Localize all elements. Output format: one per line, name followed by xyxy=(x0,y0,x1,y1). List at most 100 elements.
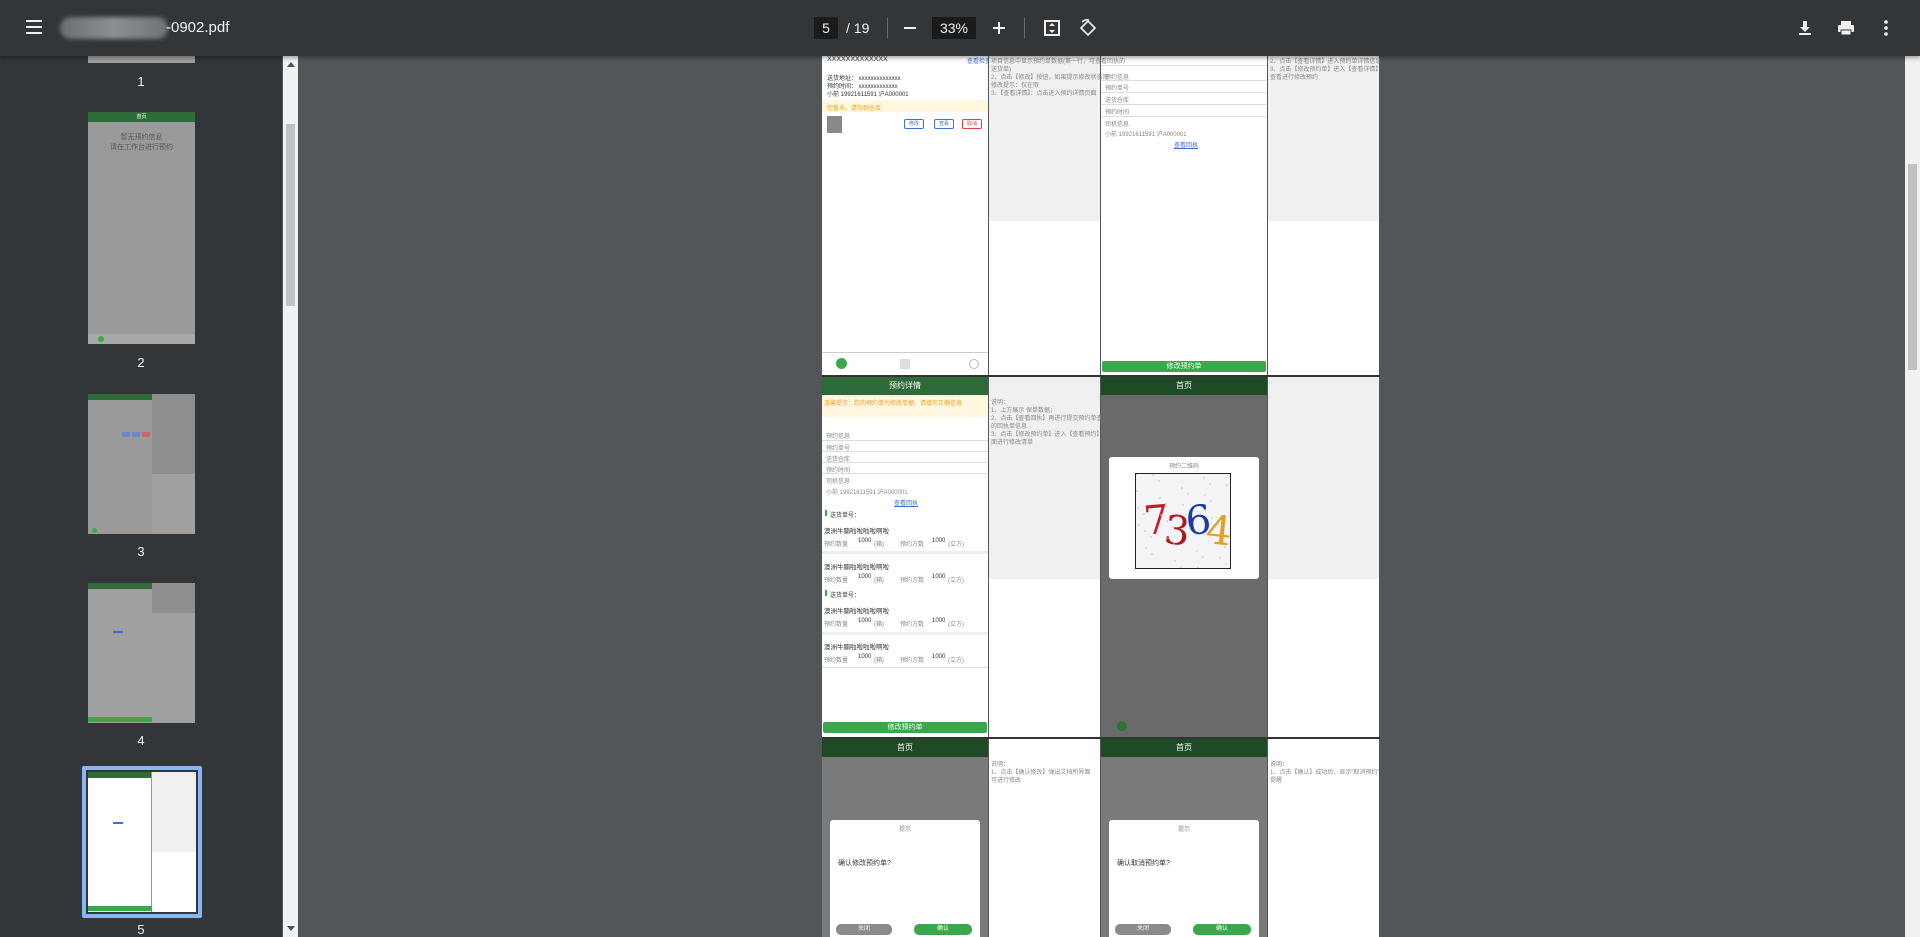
item-title: 澳洲牛腩啦啦啦啦啊啦 xyxy=(824,564,889,571)
thumb-tabbar xyxy=(88,334,195,344)
profile-tab-icon xyxy=(969,359,979,369)
sidebar-scrollbar[interactable] xyxy=(283,56,298,937)
driver-line: 小前 19921611591 沪A000001 xyxy=(826,490,908,496)
receipt-link: 查看回执 xyxy=(894,501,919,507)
page-number-input[interactable] xyxy=(814,17,838,39)
modify-button: 修改 xyxy=(904,119,924,129)
home-header: 首页 xyxy=(1101,377,1267,395)
detail-warning: 温馨提示：您的预约单为修改单据，请填写正确信息 xyxy=(824,401,963,407)
close-button: 关闭 xyxy=(1115,924,1171,935)
note-line: 3、【查看详情】：点击进入预约详情页面 xyxy=(991,91,1097,97)
vol-unit: (立方) xyxy=(948,658,964,664)
thumbnail-label: 2 xyxy=(137,355,145,370)
confirm-dialog: 提示 确认取消预约单? 关闭 确认 xyxy=(1109,820,1259,937)
thumb-header: 首页 xyxy=(88,112,195,122)
view-link: 查看检查 xyxy=(967,59,988,65)
thumbnail-label: 5 xyxy=(137,922,145,937)
driver-line: 小前 19921611591 沪A000001 xyxy=(1105,132,1187,138)
detail-header: 预约详情 xyxy=(822,377,988,395)
qty-label: 预约数量 xyxy=(824,622,849,628)
dialog-message: 确认取消预约单? xyxy=(1117,860,1170,867)
thumbnail-image xyxy=(827,116,842,133)
thumbnail-page-1[interactable] xyxy=(88,56,195,63)
dialog-message: 确认修改预约单? xyxy=(838,860,891,867)
qty-unit: (箱) xyxy=(874,542,884,548)
thumb-empty-text: 暂无预约信息 xyxy=(120,134,163,141)
screenshot-confirm-modify: 首页 提示 确认修改预约单? 关闭 确认 xyxy=(822,739,988,937)
row-label: 司机信息 xyxy=(826,479,851,485)
screenshot-qr-dialog: 首页 预约二维码 7364 xyxy=(1101,377,1267,737)
item-title: 澳洲牛腩啦啦啦啦啊啦 xyxy=(824,528,889,535)
zoom-input[interactable] xyxy=(932,17,976,39)
download-icon xyxy=(1799,21,1811,35)
row-label: 司机信息 xyxy=(1105,122,1130,128)
receipt-link: 查看回执 xyxy=(1174,143,1199,149)
warning-text: 您暂未，请勿到仓库 xyxy=(827,106,882,112)
note-line: 可进行修改 xyxy=(991,778,1022,784)
page-total: / 19 xyxy=(846,20,870,36)
print-button[interactable] xyxy=(1834,16,1858,40)
thumbnail-sidebar: 1 首页 暂无预约信息 请在工作台进行预约 2 3 4 5 xyxy=(0,56,282,937)
rotate-button[interactable] xyxy=(1076,16,1100,40)
close-button: 关闭 xyxy=(836,924,892,935)
home-icon xyxy=(98,336,104,342)
document-scroll-thumb[interactable] xyxy=(1908,164,1917,370)
pdf-page-5: XXXXXXXXXXXXX 查看检查 送货地址： xxxxxxxxxxxxxx … xyxy=(822,56,1380,937)
vol-label: 预约方数 xyxy=(900,542,925,548)
more-options-button[interactable] xyxy=(1874,16,1898,40)
note-line: 面进行修改清单 xyxy=(991,440,1034,446)
scroll-down-arrow-icon[interactable] xyxy=(287,926,295,931)
vol-unit: (立方) xyxy=(948,578,964,584)
pdf-toolbar: -0902.pdf / 19 xyxy=(0,0,1920,56)
row-label: 预约时间 xyxy=(1105,110,1130,116)
qty-value: 1000 xyxy=(858,574,872,580)
notes-panel xyxy=(1268,377,1379,579)
fit-page-icon xyxy=(1044,20,1060,36)
driver-line: 小前 19921611591 沪A000001 xyxy=(827,92,909,98)
zoom-in-button[interactable] xyxy=(987,16,1011,40)
vol-label: 预约方数 xyxy=(900,622,925,628)
thumbnail-page-3[interactable] xyxy=(88,394,195,534)
modify-order-button: 修改预约单 xyxy=(1102,361,1266,372)
home-tab-icon xyxy=(836,358,847,369)
dialog-title: 提示 xyxy=(1177,827,1190,833)
note-line: 查看进行修改预约 xyxy=(1270,75,1319,81)
rotate-icon xyxy=(1079,19,1097,37)
sidebar-scroll-thumb[interactable] xyxy=(286,124,295,306)
dialog-title: 提示 xyxy=(898,827,911,833)
row-label: 送货仓库 xyxy=(1105,98,1130,104)
toolbar-divider xyxy=(887,18,888,38)
scroll-up-arrow-icon[interactable] xyxy=(287,62,295,67)
captcha-digit: 4 xyxy=(1204,507,1231,555)
order-number-label: 送货单号： xyxy=(830,593,861,599)
home-header: 首页 xyxy=(1101,739,1267,757)
fit-to-page-button[interactable] xyxy=(1040,16,1064,40)
print-icon xyxy=(1838,21,1854,36)
vol-label: 预约方数 xyxy=(900,578,925,584)
thumbnail-page-4[interactable] xyxy=(88,583,195,723)
qty-unit: (箱) xyxy=(874,578,884,584)
qty-value: 1000 xyxy=(858,538,872,544)
qty-value: 1000 xyxy=(858,618,872,624)
qr-dialog: 预约二维码 7364 xyxy=(1109,457,1259,579)
table-divider xyxy=(1379,56,1380,937)
blurred-filename xyxy=(60,17,168,39)
workbench-tab-icon xyxy=(900,359,910,369)
document-scrollbar[interactable] xyxy=(1905,56,1920,937)
vol-value: 1000 xyxy=(932,574,946,580)
more-vert-icon xyxy=(1884,20,1888,36)
note-line: 1、点击【确认】成功后，显示“取消预约” xyxy=(1270,770,1380,776)
zoom-out-button[interactable] xyxy=(898,16,922,40)
notes-panel: 说明： 1、上方展示 保单数据； 2、点击【查看回执】再进行提交预约单查看 的回… xyxy=(989,377,1114,579)
order-code: XXXXXXXXXXXXX xyxy=(827,56,888,63)
thumbnail-page-5[interactable] xyxy=(88,772,196,912)
download-button[interactable] xyxy=(1793,16,1817,40)
item-title: 澳洲牛腩啦啦啦啦啊啦 xyxy=(824,644,889,651)
menu-icon[interactable] xyxy=(18,16,50,40)
vol-value: 1000 xyxy=(932,654,946,660)
thumbnail-page-2[interactable]: 首页 暂无预约信息 请在工作台进行预约 xyxy=(88,112,195,344)
plus-icon xyxy=(993,22,1005,34)
note-line: 提醒 xyxy=(1270,778,1283,784)
row-label: 预约信息 xyxy=(826,434,851,440)
qr-dialog-title: 预约二维码 xyxy=(1168,464,1199,470)
